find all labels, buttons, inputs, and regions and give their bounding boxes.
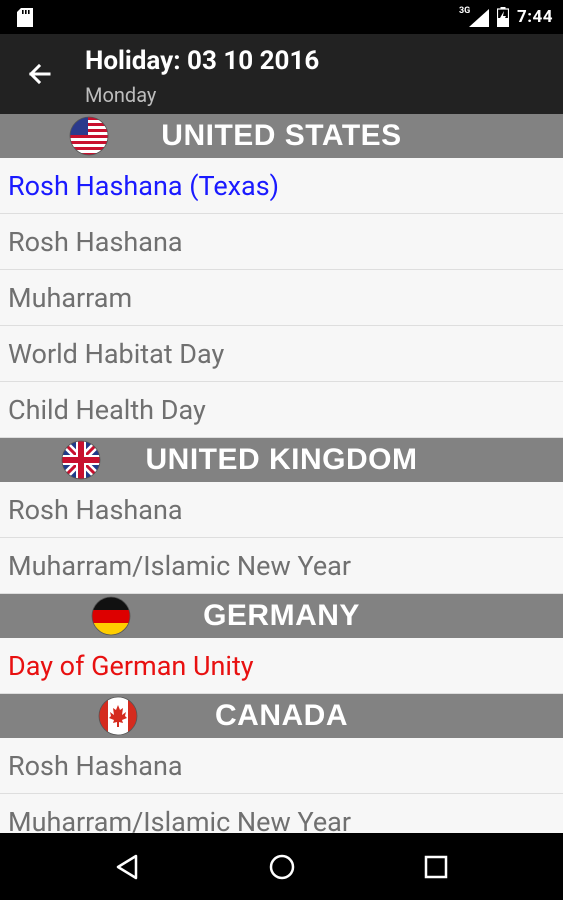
us-flag-icon — [69, 116, 109, 156]
holiday-row[interactable]: Muharram/Islamic New Year — [0, 538, 563, 594]
page-subtitle: Monday — [85, 83, 157, 107]
section-header-united-states: UNITED STATES — [0, 114, 563, 158]
holiday-row[interactable]: World Habitat Day — [0, 326, 563, 382]
section-title: UNITED STATES — [161, 119, 402, 152]
holiday-row[interactable]: Child Health Day — [0, 382, 563, 438]
signal-icon: 3G — [459, 0, 489, 34]
germany-flag-icon — [91, 596, 131, 636]
holiday-row[interactable]: Rosh Hashana (Texas) — [0, 158, 563, 214]
section-header-united-kingdom: UNITED KINGDOM — [0, 438, 563, 482]
clock-time: 7:44 — [516, 7, 553, 27]
holiday-list[interactable]: UNITED STATES Rosh Hashana (Texas) Rosh … — [0, 114, 563, 833]
recents-square-icon[interactable] — [419, 850, 453, 884]
holiday-row[interactable]: Rosh Hashana — [0, 482, 563, 538]
home-circle-icon[interactable] — [265, 850, 299, 884]
section-header-canada: CANADA — [0, 694, 563, 738]
status-icons: 3G 7:44 — [459, 0, 553, 34]
battery-icon — [496, 7, 509, 27]
holiday-row[interactable]: Muharram/Islamic New Year — [0, 794, 563, 833]
section-header-germany: GERMANY — [0, 594, 563, 638]
section-title: CANADA — [215, 699, 348, 732]
page-title: Holiday: 03 10 2016 — [85, 46, 320, 76]
sd-card-icon — [17, 8, 33, 27]
holiday-row[interactable]: Muharram — [0, 270, 563, 326]
holiday-row[interactable]: Day of German Unity — [0, 638, 563, 694]
uk-flag-icon — [61, 440, 101, 480]
holiday-row[interactable]: Rosh Hashana — [0, 738, 563, 794]
holiday-row[interactable]: Rosh Hashana — [0, 214, 563, 270]
section-title: GERMANY — [203, 599, 360, 632]
navigation-bar — [0, 833, 563, 900]
section-title: UNITED KINGDOM — [145, 443, 418, 476]
back-arrow-icon[interactable] — [20, 54, 60, 94]
canada-flag-icon — [98, 696, 138, 736]
status-bar: 3G 7:44 — [0, 0, 563, 34]
app-bar: Holiday: 03 10 2016 Monday — [0, 34, 563, 114]
back-triangle-icon[interactable] — [110, 850, 144, 884]
